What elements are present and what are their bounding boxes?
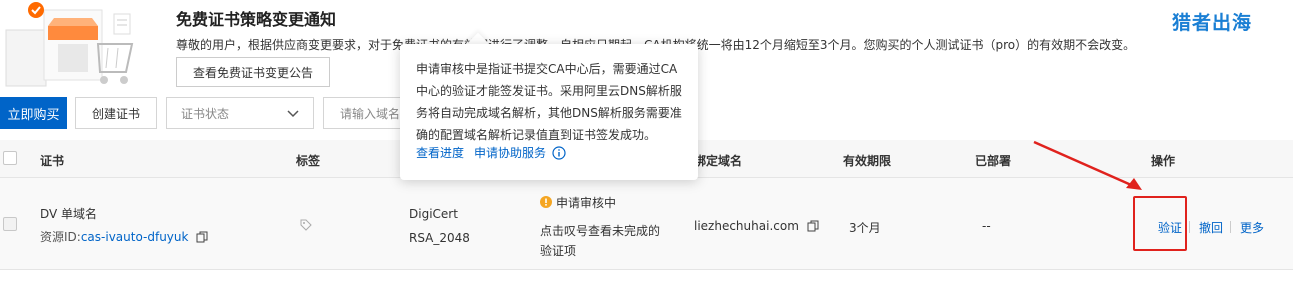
cert-brand: DigiCert <box>409 207 458 221</box>
action-divider <box>1230 221 1231 233</box>
deployed-value: -- <box>982 219 991 233</box>
more-link[interactable]: 更多 <box>1240 219 1264 236</box>
view-notice-button[interactable]: 查看免费证书变更公告 <box>176 57 330 87</box>
copy-icon[interactable] <box>196 231 208 243</box>
resource-id: 资源ID:cas-ivauto-dfuyuk <box>40 228 208 245</box>
col-deployed: 已部署 <box>975 154 1012 168</box>
bound-domain-text: liezhechuhai.com <box>694 219 799 233</box>
tooltip-links: 查看进度 申请协助服务 <box>416 144 566 161</box>
col-tag: 标签 <box>296 154 321 168</box>
request-help-link[interactable]: 申请协助服务 <box>474 144 546 161</box>
copy-icon[interactable] <box>807 220 819 232</box>
status-text: 申请审核中 <box>556 196 617 210</box>
row-checkbox[interactable] <box>3 217 17 231</box>
status-hint-line1: 点击叹号查看未完成的 <box>540 224 661 238</box>
col-cert: 证书 <box>40 154 65 168</box>
action-divider <box>1189 221 1190 233</box>
tooltip-text: 申请审核中是指证书提交CA中心后，需要通过CA中心的验证才能签发证书。采用阿里云… <box>416 62 682 142</box>
view-progress-link[interactable]: 查看进度 <box>416 144 464 161</box>
select-all-checkbox[interactable] <box>3 151 17 165</box>
cert-algorithm: RSA_2048 <box>409 231 470 245</box>
col-bound-domain: 绑定域名 <box>694 154 743 168</box>
cert-status-placeholder: 证书状态 <box>181 106 230 121</box>
validity-value: 3个月 <box>849 221 881 235</box>
notice-title: 免费证书策略变更通知 <box>176 10 337 29</box>
status-tooltip: 申请审核中是指证书提交CA中心后，需要通过CA中心的验证才能签发证书。采用阿里云… <box>400 44 698 180</box>
tag-icon[interactable] <box>299 218 313 232</box>
status-hint-line2: 验证项 <box>540 244 577 258</box>
chevron-down-icon <box>287 110 299 118</box>
info-icon[interactable] <box>552 145 566 160</box>
col-validity: 有效期限 <box>843 154 892 168</box>
warning-icon[interactable] <box>540 196 552 208</box>
verify-highlight-box <box>1133 196 1187 251</box>
store-illustration-icon <box>5 2 134 87</box>
domain-search-placeholder: 请输入域名 <box>340 106 401 121</box>
resource-id-link[interactable]: cas-ivauto-dfuyuk <box>81 230 189 244</box>
cert-status-select[interactable]: 证书状态 <box>166 97 314 129</box>
resource-id-prefix: 资源ID: <box>40 230 81 244</box>
revoke-link[interactable]: 撤回 <box>1199 219 1223 236</box>
cert-name: DV 单域名 <box>40 207 98 221</box>
watermark-logo: 猎者出海 <box>1172 12 1253 34</box>
status-badge[interactable]: 申请审核中 <box>540 194 616 211</box>
buy-now-button[interactable]: 立即购买 <box>0 97 67 129</box>
col-actions: 操作 <box>1151 154 1176 168</box>
annotation-arrow-icon <box>1033 140 1142 190</box>
bound-domain: liezhechuhai.com <box>694 219 819 233</box>
create-certificate-button[interactable]: 创建证书 <box>75 97 157 129</box>
